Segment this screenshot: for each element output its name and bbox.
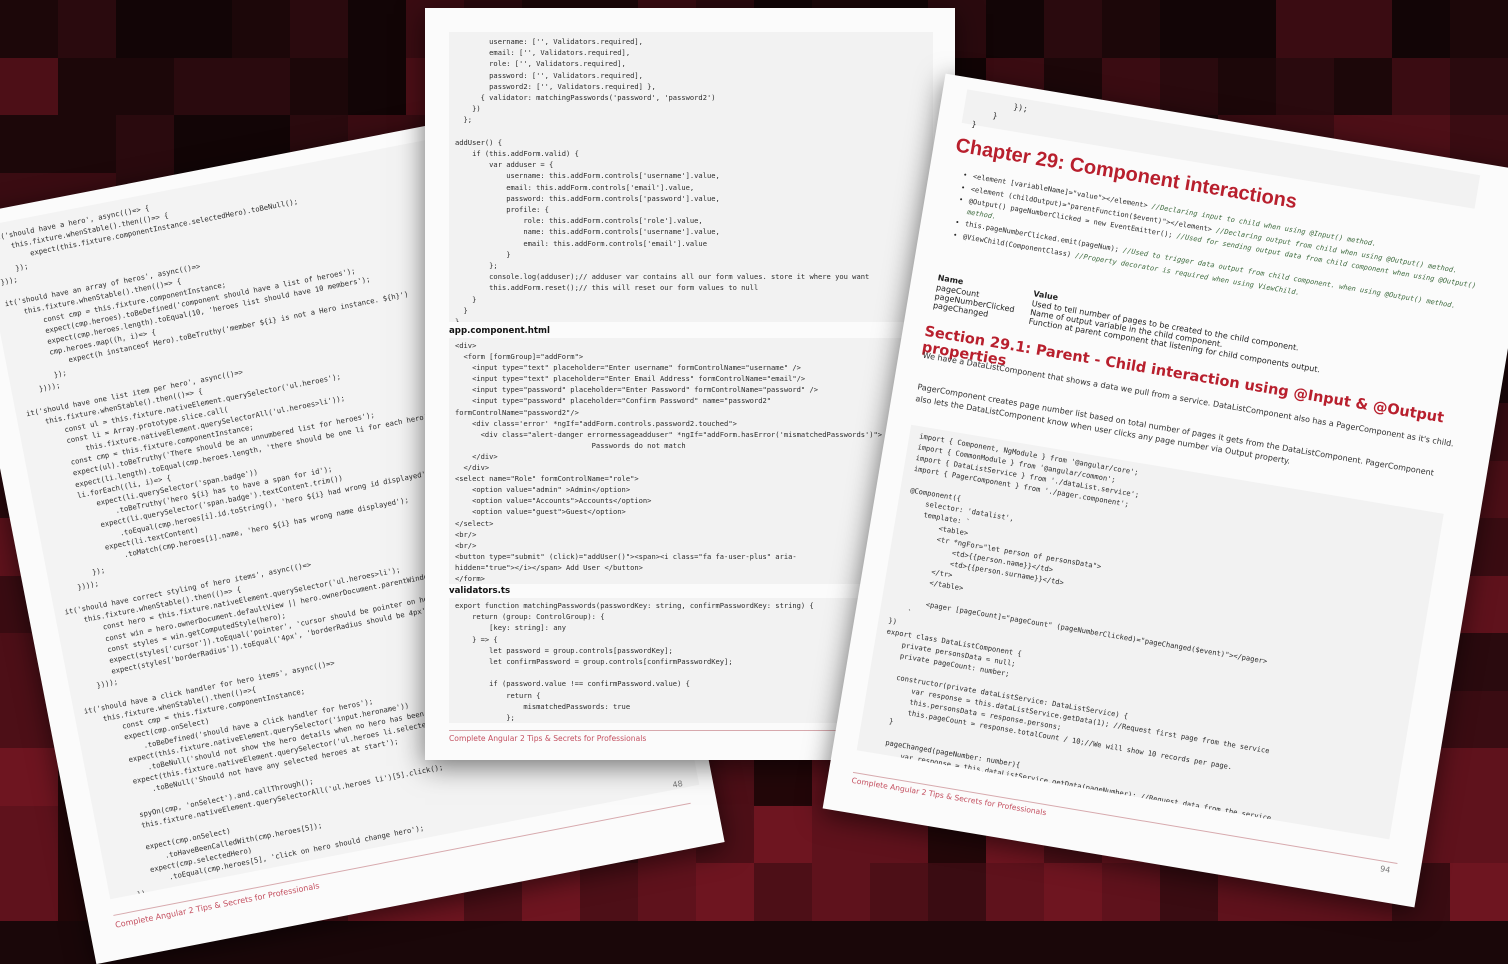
code-block-component-ts: username: ['', Validators.required], ema… [449,32,933,322]
page-footer: Complete Angular 2 Tips & Secrets for Pr… [850,775,1048,818]
page-number: 94 [1379,864,1391,875]
file-title-app-component-html: app.component.html [449,326,550,336]
page-number: 48 [671,778,684,790]
page-footer: Complete Angular 2 Tips & Secrets for Pr… [449,734,647,743]
code-block-datalist: import { Component, NgModule } from '@an… [856,424,1444,840]
book-page-right: }); } } Chapter 29: Component interactio… [822,73,1508,908]
code-block-app-component-html: <div> <form [formGroup]="addForm"> <inpu… [449,338,933,584]
file-title-validators-ts: validators.ts [449,586,511,596]
